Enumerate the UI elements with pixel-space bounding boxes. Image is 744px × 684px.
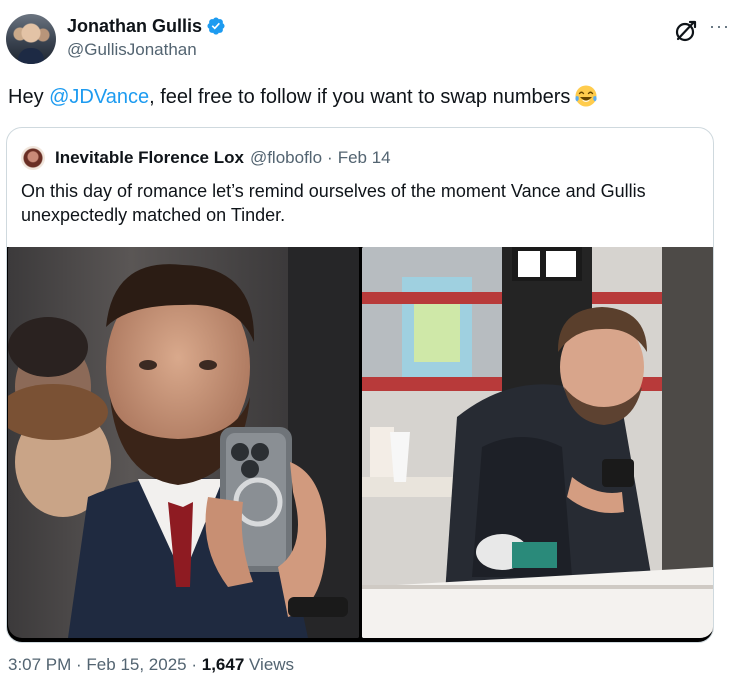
meta-sep-1: · (71, 655, 87, 674)
author-names: Jonathan Gullis @GullisJonathan (67, 15, 226, 61)
photo-right-illustration (362, 247, 713, 638)
meta-sep-2: · (186, 655, 202, 674)
tweet-meta: 3:07 PM · Feb 15, 2025 · 1,647 Views (8, 654, 294, 676)
quoted-tweet-text: On this day of romance let’s remind ours… (21, 181, 646, 225)
author-avatar[interactable] (6, 14, 56, 64)
mention-link[interactable]: @JDVance (49, 86, 149, 108)
quoted-author-handle[interactable]: @floboflo (250, 148, 322, 168)
media-photo-left[interactable] (8, 247, 359, 638)
tweet-time[interactable]: 3:07 PM (8, 655, 71, 674)
tweet-date[interactable]: Feb 15, 2025 (86, 655, 186, 674)
display-name-row: Jonathan Gullis (67, 15, 226, 37)
quoted-tweet-header: Inevitable Florence Lox @floboflo · Feb … (21, 146, 391, 170)
grok-icon[interactable] (673, 18, 699, 44)
quoted-separator: · (327, 148, 333, 167)
header-actions: ··· (673, 17, 730, 44)
tweet-text: Hey @JDVance, feel free to follow if you… (8, 84, 598, 110)
quoted-date[interactable]: Feb 14 (338, 148, 391, 168)
quoted-author-avatar[interactable] (21, 146, 45, 170)
views-count[interactable]: 1,647 (202, 655, 245, 674)
tweet-header: Jonathan Gullis @GullisJonathan ··· (6, 14, 730, 66)
quoted-media-grid (7, 247, 713, 642)
verified-badge-icon (207, 17, 225, 35)
quoted-author-display-name[interactable]: Inevitable Florence Lox (55, 148, 244, 168)
views-label: Views (244, 655, 295, 674)
photo-left-illustration (8, 247, 359, 638)
quoted-tweet-card[interactable]: Inevitable Florence Lox @floboflo · Feb … (6, 127, 714, 643)
media-photo-right[interactable] (362, 247, 713, 638)
author-handle[interactable]: @GullisJonathan (67, 39, 226, 61)
tears-of-joy-emoji-icon (575, 85, 597, 107)
tweet-text-after: , feel free to follow if you want to swa… (149, 86, 571, 108)
tweet: Jonathan Gullis @GullisJonathan ··· Hey … (0, 0, 744, 684)
more-options-icon[interactable]: ··· (709, 17, 730, 35)
author-display-name[interactable]: Jonathan Gullis (67, 15, 202, 37)
tweet-text-before: Hey (8, 86, 50, 108)
